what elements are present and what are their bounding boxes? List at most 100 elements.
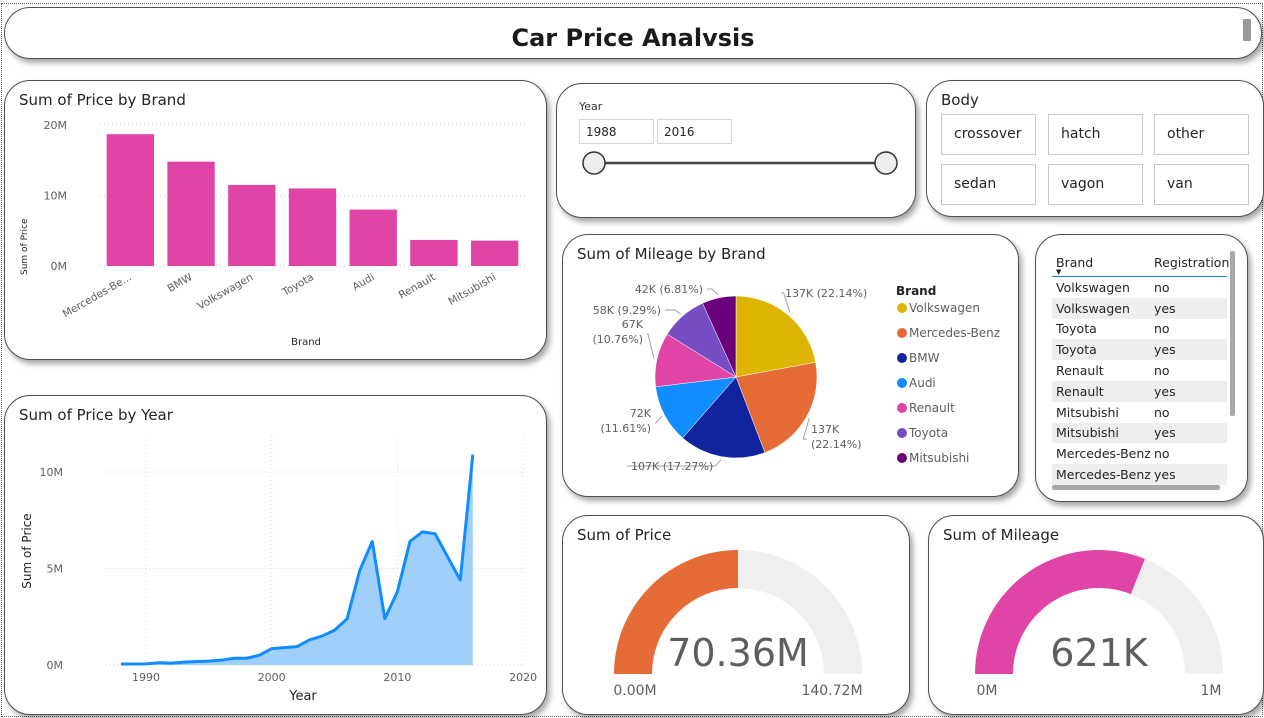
y-axis-title: Sum of Price [20,513,34,588]
y-tick-label: 0M [51,260,68,273]
table-row: Toyota no [1056,321,1170,337]
price-by-year-chart: Sum of Price Year 1990 2000 2010 2020 0M 5M 10… [20,436,537,704]
y-tick-label: 10M [40,466,64,479]
table-row: Volkswagen yes [1052,297,1227,319]
table-row: Renault no [1056,363,1170,379]
bar[interactable] [228,184,276,266]
year-start-input[interactable]: 1988 [579,119,654,144]
leader-line [647,333,655,359]
page-scrollbar[interactable] [1243,19,1251,41]
column-header-brand[interactable]: Brand ▼ [1052,255,1153,276]
sort-descending-icon: ▼ [1056,267,1062,276]
year-slider-end-handle[interactable] [874,151,898,175]
leader-line [665,309,681,315]
legend-label[interactable]: Audi [909,376,936,390]
body-slicer-title: Body [941,91,979,109]
x-tick-label: Toyota [279,271,316,299]
area-fill [120,454,473,665]
body-option-crossover[interactable]: crossover [941,114,1036,155]
x-tick-label: Mitsubishi [446,271,498,308]
price-by-brand-chart: Sum of Price Brand 0M 10M 20M Mercedes-Be..… [20,119,525,348]
table-row: Mitsubishi no [1056,404,1170,420]
table-row: Mercedes-Benz no [1056,446,1170,462]
x-tick-label: Renault [397,271,438,301]
sum-of-price-gauge: 70.36M 0.00M 140.72M [613,550,863,699]
table-row: Mitsubishi yes [1052,422,1227,444]
legend-label[interactable]: Volkswagen [909,301,980,315]
gauge-value-label: 70.36M [667,631,809,675]
dashboard-header: Car Price Analvsis [4,7,1262,59]
bar[interactable] [288,188,337,266]
price-by-year-card[interactable]: Sum of Price by Year Sum of Price Year 1… [4,395,547,715]
data-label: (10.76%) [592,333,643,346]
data-label: 42K (6.81%) [635,283,703,296]
bar[interactable] [106,134,155,266]
body-option-hatch[interactable]: hatch [1048,114,1143,155]
x-tick-label: Audi [350,271,376,293]
body-option-vagon[interactable]: vagon [1048,164,1143,205]
leader-line [707,288,719,296]
legend-label[interactable]: Mercedes-Benz [909,326,1000,340]
year-slider-start-handle[interactable] [582,151,606,175]
legend-marker[interactable] [897,403,907,413]
legend-label[interactable]: Renault [909,401,955,415]
year-slicer-card[interactable]: Year 1988 2016 [556,83,916,218]
gauge-min-label: 0M [977,683,998,699]
table-row: Volkswagen no [1056,279,1170,295]
legend-title: Brand [896,284,936,298]
legend-marker[interactable] [897,353,907,363]
table-horizontal-scrollbar[interactable] [1052,485,1220,490]
table-row: Toyota yes [1052,339,1227,361]
year-end-input[interactable]: 2016 [657,119,732,144]
gauge-max-label: 1M [1201,683,1222,699]
body-option-sedan[interactable]: sedan [941,164,1036,205]
data-label: 72K [630,407,652,420]
y-tick-label: 0M [47,659,64,672]
table-header: Brand ▼ Registration [1052,248,1229,277]
sum-of-mileage-gauge-card[interactable]: Sum of Mileage 621K 0M 1M [928,515,1264,715]
year-slicer-label: Year [579,100,603,113]
legend-marker[interactable] [897,428,907,438]
mileage-by-brand-card[interactable]: Sum of Mileage by Brand Brand 137K (22.1… [562,234,1019,497]
x-tick-label: 2020 [509,671,537,684]
bar[interactable] [410,239,458,266]
data-label: 137K (22.14%) [785,287,867,300]
legend-marker[interactable] [897,328,907,338]
data-label: (22.14%) [811,438,862,451]
sum-of-mileage-gauge: 621K 0M 1M [975,550,1223,699]
data-label: 58K (9.29%) [593,304,661,317]
brand-registration-table-card[interactable]: Brand ▼ Registration Volkswagen no Volksw… [1035,234,1248,502]
mileage-by-brand-chart: Brand 137K (22.14%) 137K (22.14%) 107K (17.… [592,283,1000,473]
data-label: 137K [811,423,840,436]
bar[interactable] [167,161,215,266]
legend-label[interactable]: BMW [909,351,940,365]
table-vertical-scrollbar[interactable] [1230,251,1235,416]
y-tick-label: 10M [44,190,68,203]
dashboard-title: Car Price Analvsis [511,24,755,52]
sum-of-price-gauge-card[interactable]: Sum of Price 70.36M 0.00M 140.72M [562,515,910,715]
leader-line [655,415,663,424]
table-row: Mercedes-Benz yes [1052,464,1227,485]
legend-marker[interactable] [897,303,907,313]
year-slider [582,151,898,175]
x-tick-label: Mercedes-Be... [61,271,134,320]
y-tick-label: 20M [44,119,68,132]
gauge-min-label: 0.00M [613,683,656,699]
legend-marker[interactable] [897,453,907,463]
legend-label[interactable]: Toyota [908,426,948,440]
gauge-value-label: 621K [1050,631,1149,675]
table-row: Renault yes [1052,380,1227,402]
price-by-brand-card[interactable]: Sum of Price by Brand Sum of Price Brand… [4,80,547,360]
x-tick-label: 1990 [132,671,160,684]
legend-label[interactable]: Mitsubishi [909,451,969,465]
column-header-registration[interactable]: Registration [1153,255,1229,270]
x-axis-title: Year [288,689,317,704]
bar[interactable] [349,209,397,266]
legend-marker[interactable] [897,378,907,388]
body-option-other[interactable]: other [1154,114,1249,155]
bar[interactable] [470,240,519,266]
body-option-van[interactable]: van [1154,164,1249,205]
x-axis-title: Brand [291,337,321,348]
x-tick-label: 2000 [258,671,286,684]
body-slicer-card[interactable]: Body crossover hatch other sedan vagon v… [926,80,1264,217]
